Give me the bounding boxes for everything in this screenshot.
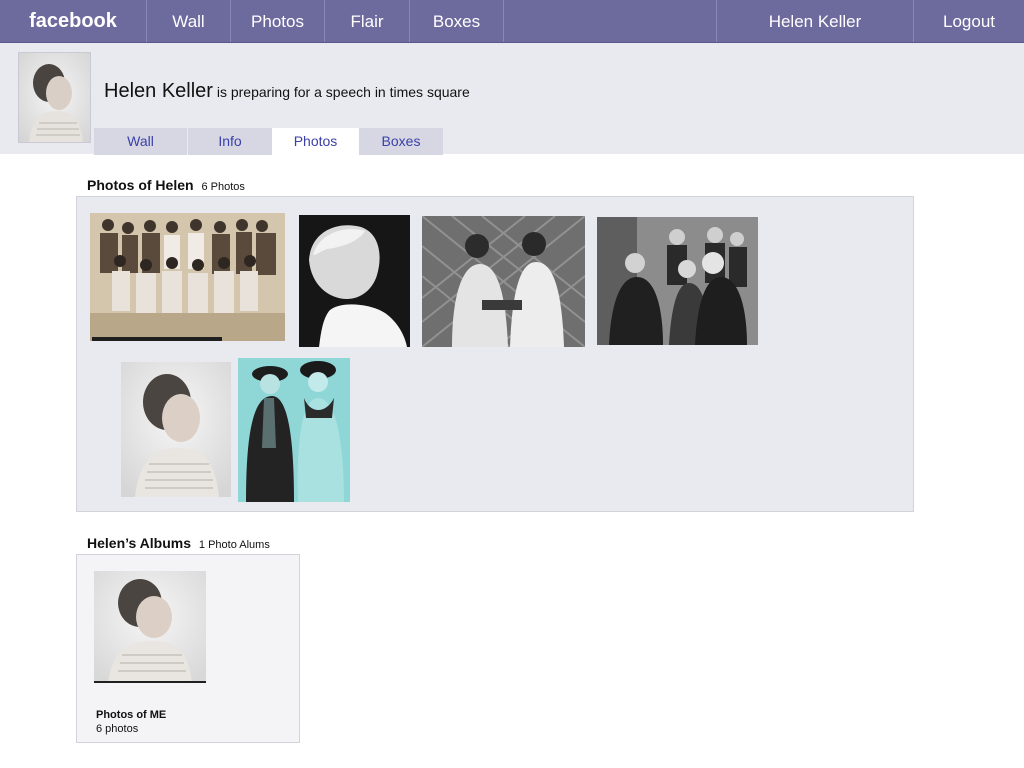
- albums-section-heading: Helen’s Albums 1 Photo Alums: [87, 535, 270, 551]
- avatar[interactable]: [18, 52, 91, 143]
- nav-wall-link[interactable]: Wall: [147, 0, 230, 42]
- nav-boxes-link[interactable]: Boxes: [410, 0, 503, 42]
- tab-photos[interactable]: Photos: [272, 128, 359, 155]
- helen-portrait-photo-icon: [121, 362, 231, 497]
- albums-section-title: Helen’s Albums: [87, 535, 191, 551]
- photo-thumbnail[interactable]: [121, 362, 231, 497]
- group-meeting-photo-icon: [597, 217, 758, 345]
- logout-link[interactable]: Logout: [914, 0, 1024, 42]
- nav-user-link[interactable]: Helen Keller: [717, 0, 913, 42]
- helen-portrait-photo-icon: [94, 571, 206, 683]
- photo-thumbnail[interactable]: [597, 217, 758, 345]
- photos-section-heading: Photos of Helen 6 Photos: [87, 177, 245, 193]
- profile-status-line: Helen Keller is preparing for a speech i…: [104, 80, 470, 103]
- child-portrait-photo-icon: [299, 215, 410, 347]
- albums-count: 1 Photo Alums: [198, 539, 270, 551]
- tab-boxes[interactable]: Boxes: [359, 128, 443, 155]
- nav-divider: [503, 0, 504, 42]
- nav-flair-link[interactable]: Flair: [325, 0, 409, 42]
- facebook-logo[interactable]: facebook: [0, 0, 146, 42]
- status-text: is preparing for a speech in times squar…: [216, 84, 470, 100]
- album-card: Photos of ME 6 photos: [76, 554, 300, 743]
- top-nav: facebook Wall Photos Flair Boxes Helen K…: [0, 0, 1024, 43]
- album-name[interactable]: Photos of ME: [96, 709, 166, 721]
- album-photo-count: 6 photos: [96, 723, 139, 735]
- album-cover[interactable]: [94, 571, 206, 683]
- nav-photos-link[interactable]: Photos: [231, 0, 324, 42]
- tab-wall[interactable]: Wall: [94, 128, 187, 155]
- two-women-seated-photo-icon: [422, 216, 585, 347]
- photo-thumbnail[interactable]: [422, 216, 585, 347]
- two-women-hats-photo-icon: [238, 358, 350, 502]
- profile-name[interactable]: Helen Keller: [104, 80, 213, 102]
- photos-section-title: Photos of Helen: [87, 177, 194, 193]
- photos-count: 6 Photos: [201, 181, 245, 193]
- photo-thumbnail[interactable]: [238, 358, 350, 502]
- photo-thumbnail[interactable]: [90, 213, 285, 341]
- helen-portrait-icon: [19, 53, 90, 142]
- photo-thumbnail[interactable]: [299, 215, 410, 347]
- family-group-photo-icon: [90, 213, 285, 341]
- tab-info[interactable]: Info: [188, 128, 272, 155]
